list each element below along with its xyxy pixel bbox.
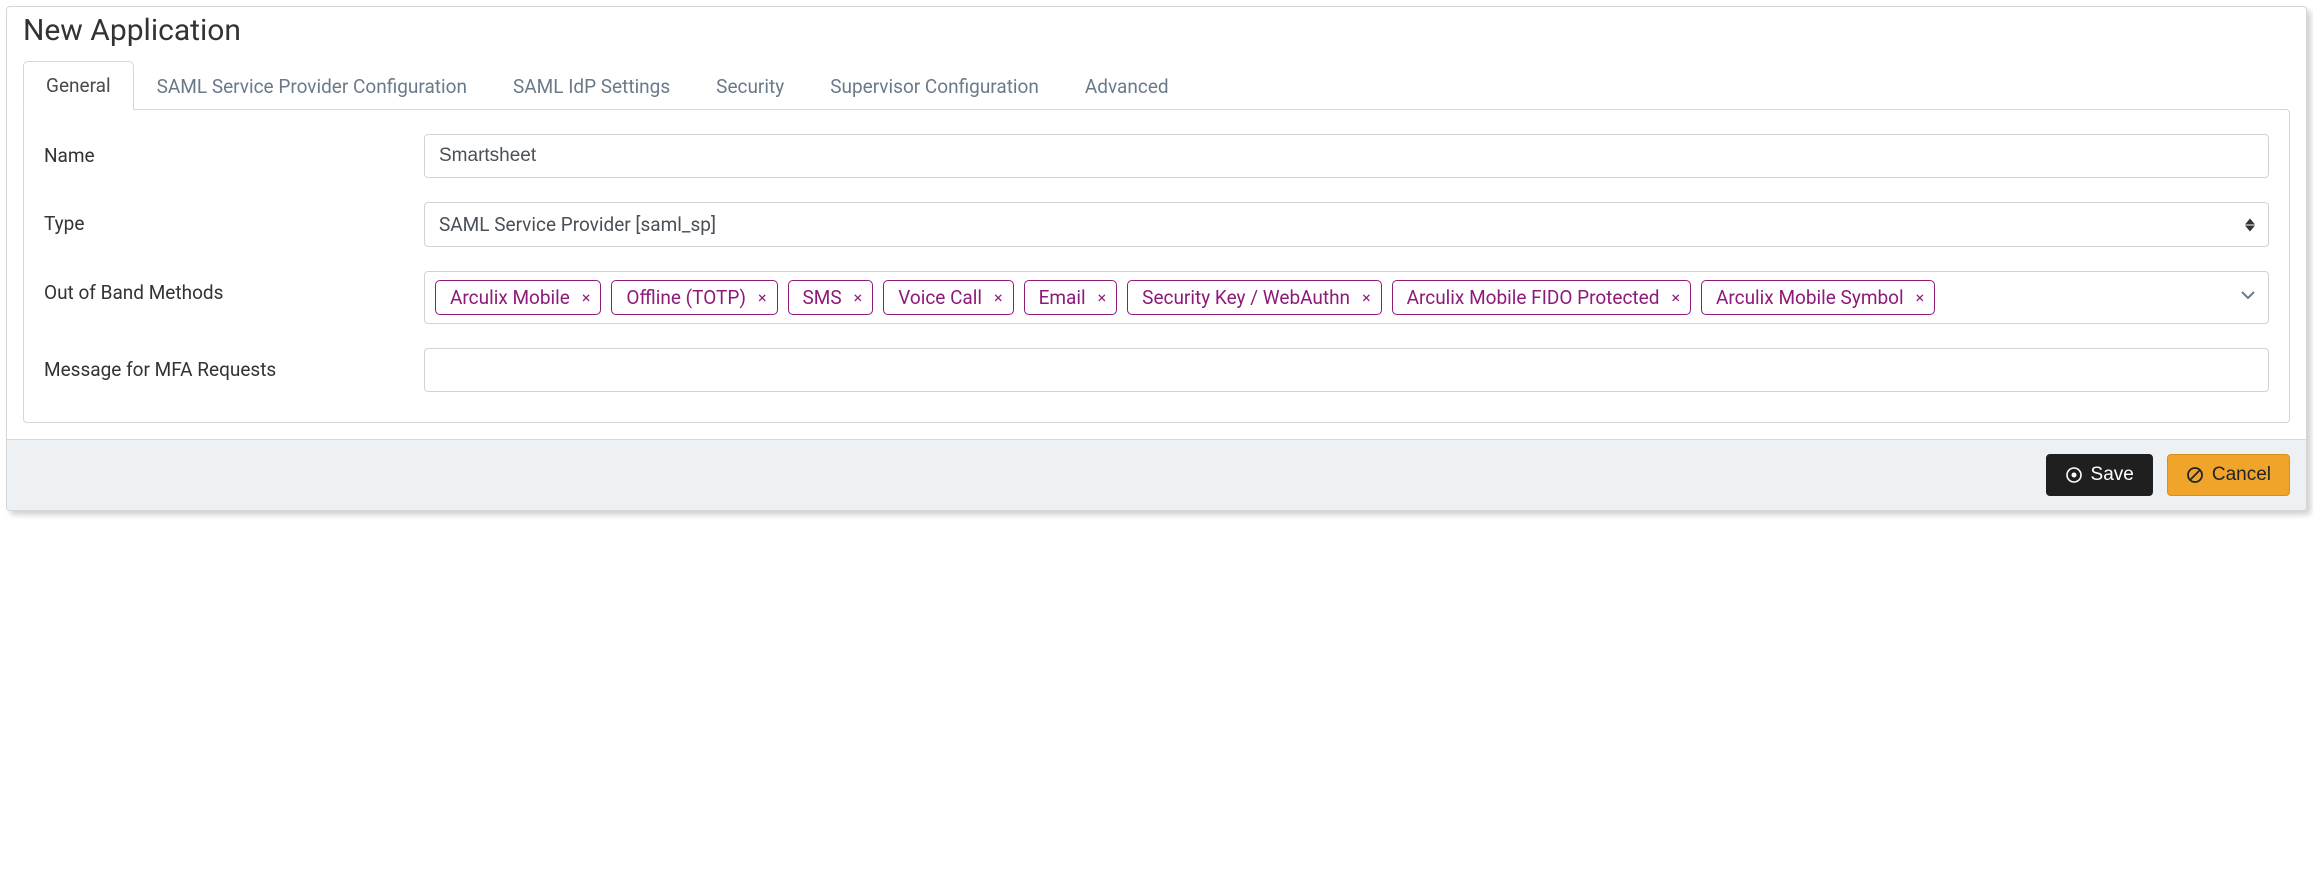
close-icon[interactable]: × (1916, 290, 1925, 306)
tag-label: Arculix Mobile Symbol (1716, 286, 1904, 309)
cancel-label: Cancel (2212, 464, 2271, 486)
tab-content-general: Name Type SAML Service Provider [saml_sp… (23, 109, 2290, 423)
new-application-dialog: New Application General SAML Service Pro… (6, 6, 2307, 511)
page-title: New Application (7, 7, 2306, 60)
oob-control: Arculix Mobile × Offline (TOTP) × SMS × (424, 271, 2269, 324)
tag-security-key-webauthn: Security Key / WebAuthn × (1127, 280, 1381, 315)
type-control: SAML Service Provider [saml_sp] (424, 202, 2269, 247)
tag-label: Email (1039, 286, 1086, 309)
tag-label: Arculix Mobile (450, 286, 570, 309)
row-oob-methods: Out of Band Methods Arculix Mobile × Off… (44, 271, 2269, 324)
close-icon[interactable]: × (758, 290, 767, 306)
tab-supervisor-config[interactable]: Supervisor Configuration (807, 62, 1062, 110)
name-label: Name (44, 134, 424, 167)
oob-tags-input[interactable]: Arculix Mobile × Offline (TOTP) × SMS × (424, 271, 2269, 324)
target-icon (2065, 466, 2083, 484)
mfa-input[interactable] (424, 348, 2269, 392)
ban-icon (2186, 466, 2204, 484)
name-input[interactable] (424, 134, 2269, 178)
tab-saml-idp-settings[interactable]: SAML IdP Settings (490, 62, 693, 110)
save-button[interactable]: Save (2046, 454, 2153, 496)
tag-label: Arculix Mobile FIDO Protected (1407, 286, 1660, 309)
tag-sms: SMS × (788, 280, 874, 315)
row-mfa-message: Message for MFA Requests (44, 348, 2269, 392)
mfa-label: Message for MFA Requests (44, 348, 424, 381)
oob-label: Out of Band Methods (44, 271, 424, 304)
type-label: Type (44, 202, 424, 235)
dialog-footer: Save Cancel (7, 439, 2306, 510)
tab-content-wrap: Name Type SAML Service Provider [saml_sp… (7, 109, 2306, 439)
name-control (424, 134, 2269, 178)
tab-advanced[interactable]: Advanced (1062, 62, 1192, 110)
close-icon[interactable]: × (1671, 290, 1680, 306)
tabs-bar: General SAML Service Provider Configurat… (7, 60, 2306, 109)
cancel-button[interactable]: Cancel (2167, 454, 2290, 496)
save-label: Save (2091, 464, 2134, 486)
close-icon[interactable]: × (994, 290, 1003, 306)
row-type: Type SAML Service Provider [saml_sp] (44, 202, 2269, 247)
tag-arculix-mobile-symbol: Arculix Mobile Symbol × (1701, 280, 1935, 315)
close-icon[interactable]: × (582, 290, 591, 306)
tab-security[interactable]: Security (693, 62, 807, 110)
tag-label: SMS (803, 286, 842, 309)
tag-label: Offline (TOTP) (626, 286, 746, 309)
tag-arculix-mobile: Arculix Mobile × (435, 280, 601, 315)
tag-voice-call: Voice Call × (883, 280, 1013, 315)
tag-arculix-mobile-fido: Arculix Mobile FIDO Protected × (1392, 280, 1691, 315)
tag-label: Security Key / WebAuthn (1142, 286, 1350, 309)
tab-saml-sp-config[interactable]: SAML Service Provider Configuration (134, 62, 490, 110)
tag-label: Voice Call (898, 286, 982, 309)
tab-general[interactable]: General (23, 61, 134, 110)
close-icon[interactable]: × (1098, 290, 1107, 306)
type-select[interactable]: SAML Service Provider [saml_sp] (424, 202, 2269, 247)
close-icon[interactable]: × (854, 290, 863, 306)
row-name: Name (44, 134, 2269, 178)
close-icon[interactable]: × (1362, 290, 1371, 306)
tag-offline-totp: Offline (TOTP) × (611, 280, 777, 315)
tag-email: Email × (1024, 280, 1118, 315)
mfa-control (424, 348, 2269, 392)
